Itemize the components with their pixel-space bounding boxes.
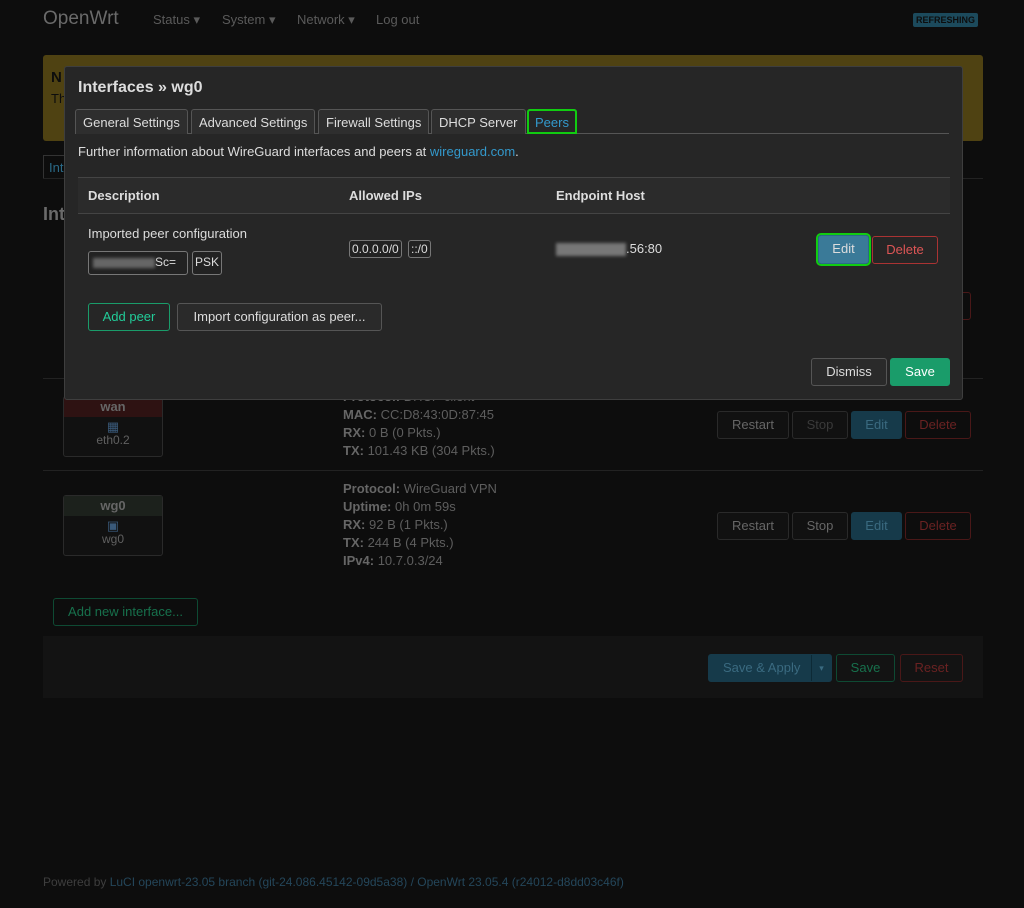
tab-advanced-settings[interactable]: Advanced Settings — [191, 109, 316, 134]
peer-edit-button[interactable]: Edit — [816, 233, 871, 266]
peer-public-key: Sc= — [88, 251, 188, 275]
col-allowed-ips: Allowed IPs — [349, 188, 422, 203]
allowed-ip-v6: ::/0 — [408, 240, 431, 258]
page-save-button[interactable]: Save — [836, 654, 895, 682]
allowed-ip-v4: 0.0.0.0/0 — [349, 240, 402, 258]
page-heading: Int — [43, 204, 65, 224]
wg0-stop-button[interactable]: Stop — [792, 512, 848, 540]
wireguard-link[interactable]: wireguard.com — [430, 144, 515, 159]
footer-link[interactable]: LuCI openwrt-23.05 branch (git-24.086.45… — [110, 875, 624, 889]
refreshing-badge[interactable]: REFRESHING — [913, 13, 979, 27]
tab-general-settings[interactable]: General Settings — [75, 109, 188, 134]
brand-logo[interactable]: OpenWrt — [43, 8, 119, 30]
info-text: Further information about WireGuard inte… — [78, 144, 519, 159]
peer-description: Imported peer configuration — [88, 226, 247, 241]
menu-system[interactable]: System ▾ — [222, 12, 275, 28]
peer-delete-button[interactable]: Delete — [872, 236, 938, 264]
save-apply-button[interactable]: Save & Apply ▾ — [708, 654, 832, 682]
tab-peers[interactable]: Peers — [527, 109, 577, 134]
endpoint-host: .56:80 — [556, 241, 662, 257]
wan-edit-button[interactable]: Edit — [851, 411, 902, 439]
import-peer-button[interactable]: Import configuration as peer... — [177, 303, 382, 331]
peers-table-header: Description Allowed IPs Endpoint Host — [78, 177, 950, 214]
tunnel-icon: ▣ — [106, 518, 120, 533]
dismiss-button[interactable]: Dismiss — [811, 358, 887, 386]
ethernet-port-icon: ▦ — [106, 419, 120, 434]
notice-title: N — [51, 69, 62, 86]
navbar: OpenWrt Status ▾ System ▾ Network ▾ Log … — [0, 0, 1024, 40]
modal-tabs: General Settings Advanced Settings Firew… — [75, 109, 949, 134]
wan-delete-button[interactable]: Delete — [905, 411, 971, 439]
psk-badge: PSK — [192, 251, 223, 275]
menu-status[interactable]: Status ▾ — [153, 12, 200, 28]
chevron-down-icon[interactable]: ▾ — [811, 655, 831, 681]
wg0-edit-button[interactable]: Edit — [851, 512, 902, 540]
add-interface-button[interactable]: Add new interface... — [53, 598, 198, 626]
page-reset-button[interactable]: Reset — [900, 654, 963, 682]
footer: Powered by LuCI openwrt-23.05 branch (gi… — [43, 875, 624, 889]
interface-badge-wan: wan ▦ eth0.2 — [63, 396, 163, 457]
interface-badge-wg0: wg0 ▣ wg0 — [63, 495, 163, 556]
tab-firewall-settings[interactable]: Firewall Settings — [318, 109, 430, 134]
col-endpoint-host: Endpoint Host — [556, 188, 645, 203]
wg0-restart-button[interactable]: Restart — [717, 512, 789, 540]
add-peer-button[interactable]: Add peer — [88, 303, 170, 331]
modal-title: Interfaces » wg0 — [78, 79, 203, 96]
wg0-details: Protocol: WireGuard VPN Uptime: 0h 0m 59… — [343, 481, 497, 568]
wan-restart-button[interactable]: Restart — [717, 411, 789, 439]
interface-modal: Interfaces » wg0 General Settings Advanc… — [64, 66, 963, 400]
menu-logout[interactable]: Log out — [376, 12, 419, 27]
wan-stop-button[interactable]: Stop — [792, 411, 848, 439]
menu-network[interactable]: Network ▾ — [297, 12, 355, 28]
tab-dhcp-server[interactable]: DHCP Server — [431, 109, 526, 134]
col-description: Description — [88, 188, 160, 203]
wg0-delete-button[interactable]: Delete — [905, 512, 971, 540]
modal-save-button[interactable]: Save — [890, 358, 950, 386]
